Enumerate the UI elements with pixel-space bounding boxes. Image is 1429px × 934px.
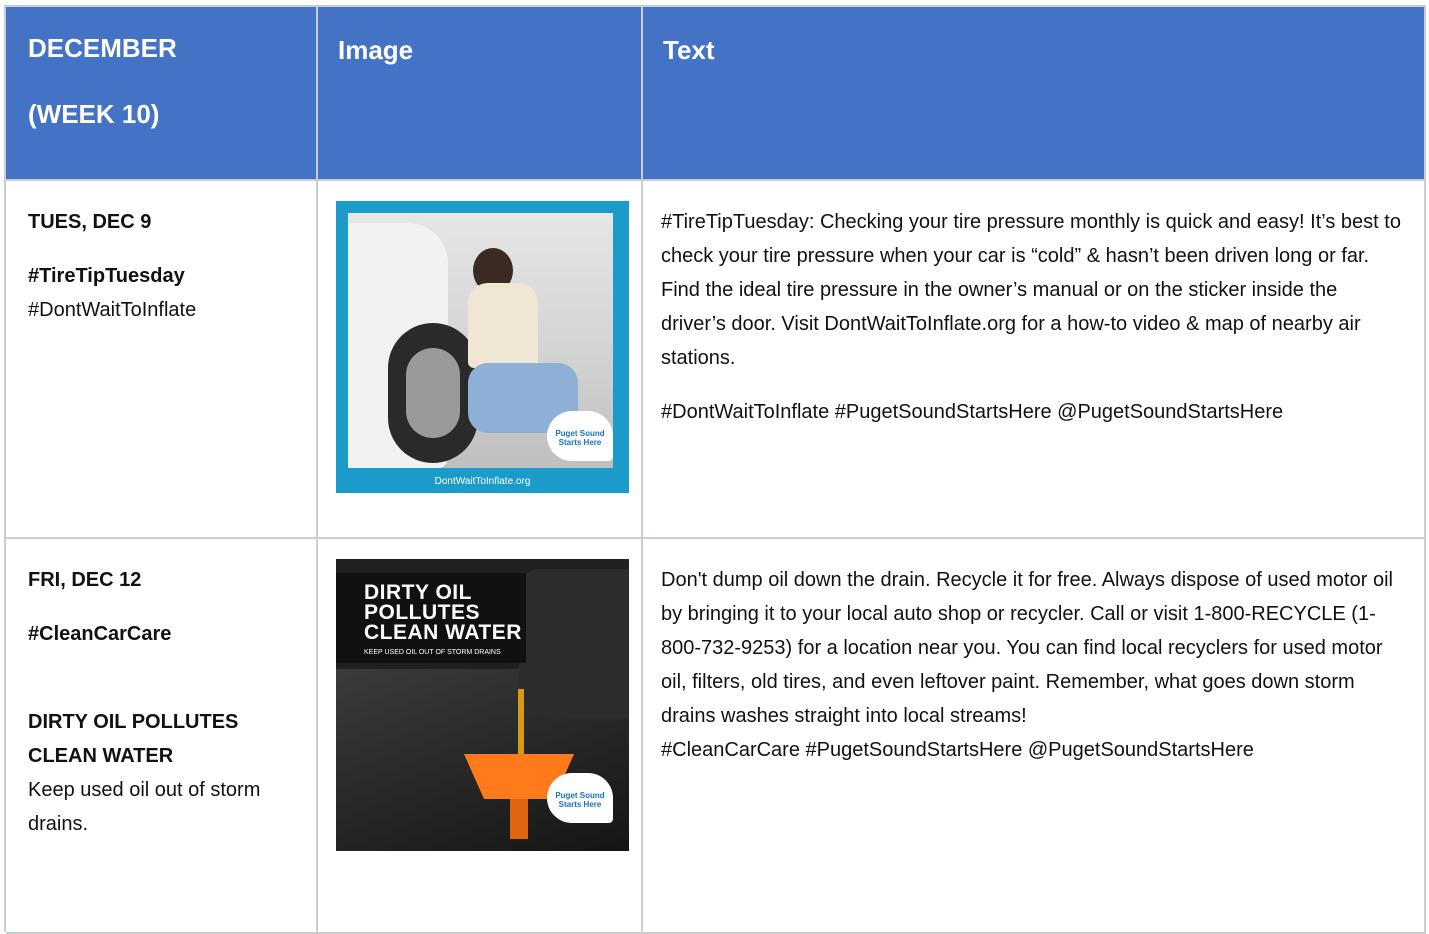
image-headline-line: POLLUTES [364, 601, 481, 624]
post-headline: DIRTY OIL POLLUTES CLEAN WATER [28, 711, 239, 767]
header-cell-text: Text [643, 7, 1426, 181]
content-calendar-table: DECEMBER (WEEK 10) Image Text TUES, DEC … [4, 5, 1426, 934]
post-hashtags: #CleanCarCare #PugetSoundStartsHere @Pug… [661, 739, 1254, 761]
post-date: FRI, DEC 12 [28, 569, 142, 591]
header-week: (WEEK 10) [28, 99, 160, 129]
post-body: #TireTipTuesday: Checking your tire pres… [661, 211, 1401, 369]
post-text-cell: Don't dump oil down the drain. Recycle i… [643, 539, 1426, 934]
table-row: FRI, DEC 12 #CleanCarCare DIRTY OIL POLL… [6, 539, 1426, 934]
post-meta-cell: FRI, DEC 12 #CleanCarCare DIRTY OIL POLL… [6, 539, 318, 934]
post-text-cell: #TireTipTuesday: Checking your tire pres… [643, 181, 1426, 539]
image-subheadline: KEEP USED OIL OUT OF STORM DRAINS [364, 649, 501, 656]
post-date: TUES, DEC 9 [28, 211, 152, 233]
post-subtext: Keep used oil out of storm drains. [28, 779, 261, 835]
image-headline-line: CLEAN WATER [364, 621, 522, 644]
post-meta-cell: TUES, DEC 9 #TireTipTuesday #DontWaitToI… [6, 181, 318, 539]
header-month: DECEMBER [28, 33, 177, 63]
puget-sound-logo: Puget Sound Starts Here [547, 411, 613, 461]
table-header-row: DECEMBER (WEEK 10) Image Text [6, 7, 1426, 181]
image-headline-box: DIRTY OIL POLLUTES CLEAN WATER KEEP USED… [336, 573, 526, 663]
table-row: TUES, DEC 9 #TireTipTuesday #DontWaitToI… [6, 181, 1426, 539]
image-headline-line: DIRTY OIL [364, 581, 472, 604]
post-image-cell: Puget Sound Starts Here DontWaitToInflat… [318, 181, 643, 539]
oil-funnel-photo-icon: DIRTY OIL POLLUTES CLEAN WATER KEEP USED… [336, 559, 629, 851]
image-url-caption: DontWaitToInflate.org [434, 476, 531, 487]
post-primary-hashtag: #CleanCarCare [28, 623, 172, 645]
post-image-cell: DIRTY OIL POLLUTES CLEAN WATER KEEP USED… [318, 539, 643, 934]
header-cell-week: DECEMBER (WEEK 10) [6, 7, 318, 181]
post-hashtags: #DontWaitToInflate #PugetSoundStartsHere… [661, 401, 1284, 423]
header-cell-image: Image [318, 7, 643, 181]
post-body: Don't dump oil down the drain. Recycle i… [661, 569, 1393, 727]
post-secondary-hashtag: #DontWaitToInflate [28, 299, 197, 321]
puget-sound-logo: Puget Sound Starts Here [547, 773, 613, 823]
post-primary-hashtag: #TireTipTuesday [28, 265, 185, 287]
tire-pressure-photo-icon: Puget Sound Starts Here DontWaitToInflat… [336, 201, 629, 493]
